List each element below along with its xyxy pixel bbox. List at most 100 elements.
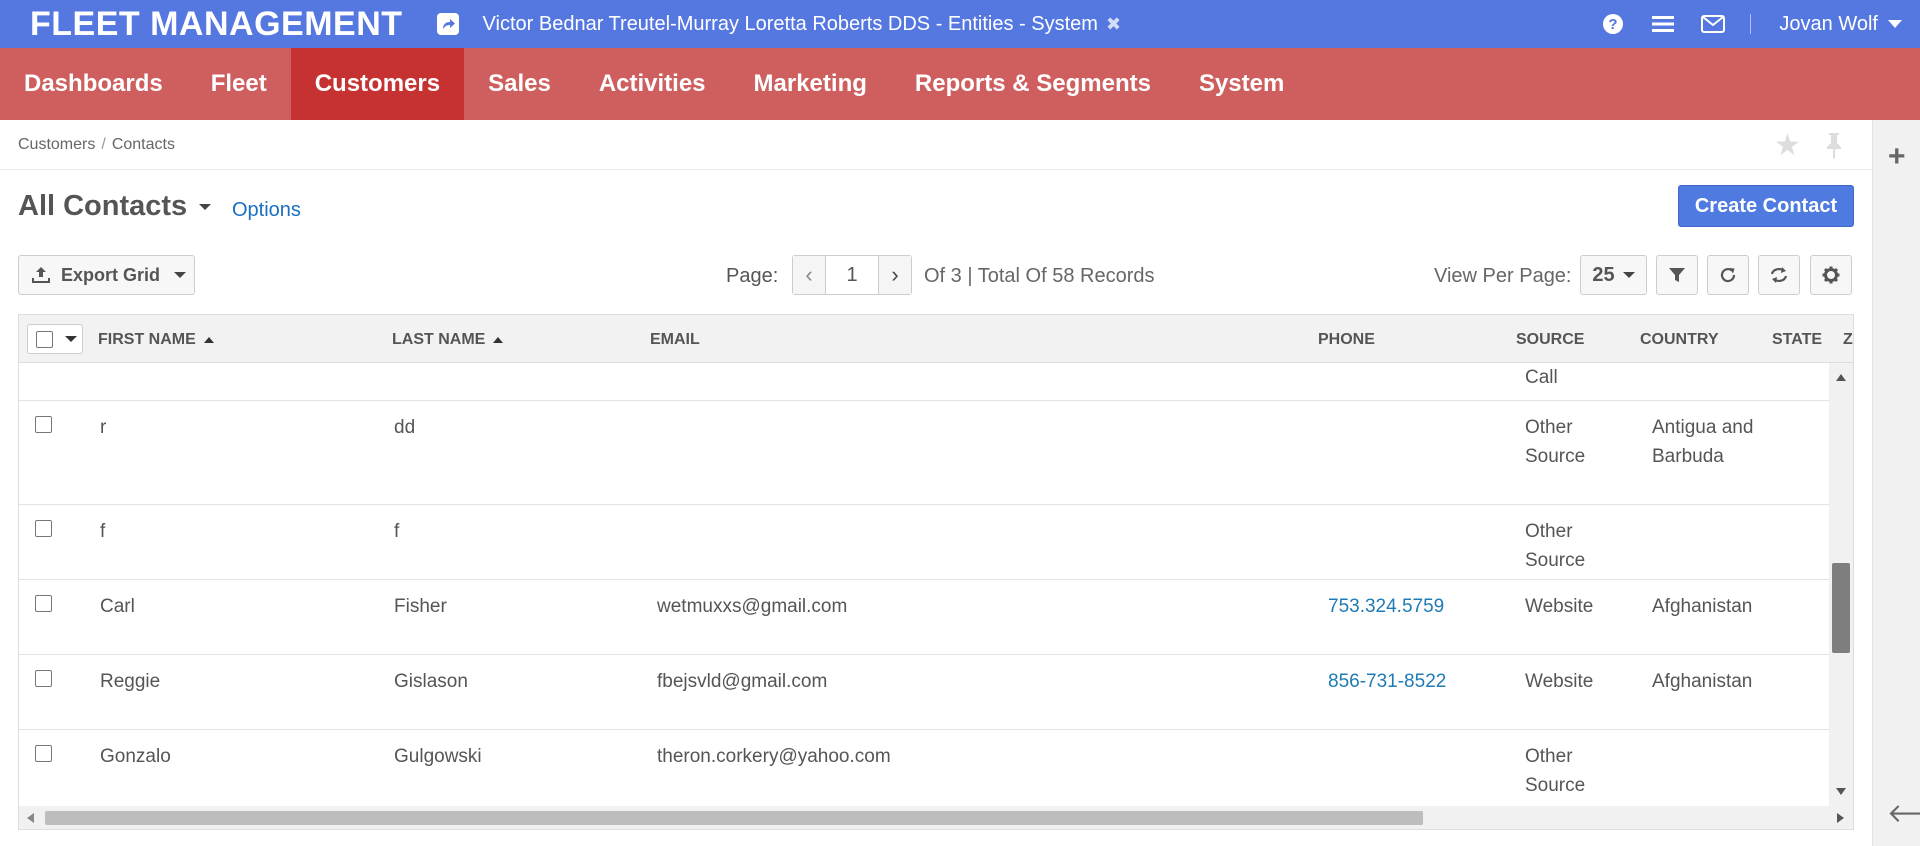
refresh-button[interactable] (1707, 255, 1749, 295)
column-state[interactable]: State (1772, 331, 1822, 349)
row-checkbox[interactable] (35, 595, 52, 612)
cell-country: Antigua and Barbuda (1652, 417, 1754, 467)
scroll-up-icon[interactable] (1836, 374, 1846, 381)
star-icon[interactable]: ★ (1774, 128, 1801, 163)
select-all-dropdown[interactable] (27, 324, 83, 354)
recent-item-title[interactable]: Victor Bednar Treutel-Murray Loretta Rob… (483, 13, 1098, 36)
cell-last-name: f (394, 521, 400, 542)
nav-fleet[interactable]: Fleet (187, 48, 291, 120)
cell-email: fbejsvld@gmail.com (657, 671, 828, 692)
chevron-down-icon[interactable] (65, 336, 77, 342)
pin-icon[interactable] (1822, 131, 1846, 164)
cell-source: Other Source (1525, 746, 1586, 796)
sort-asc-icon (493, 337, 504, 343)
select-all-checkbox[interactable] (36, 330, 53, 348)
share-icon[interactable] (436, 13, 459, 35)
page-title[interactable]: All Contacts (18, 190, 212, 223)
nav-sales[interactable]: Sales (464, 48, 575, 120)
cell-phone[interactable]: 753.324.5759 (1328, 592, 1444, 621)
cell-country: Afghanistan (1652, 671, 1753, 692)
table-row[interactable]: Carl Fisher wetmuxxs@gmail.com 753.324.5… (19, 580, 1829, 655)
upload-icon (32, 267, 50, 283)
column-source[interactable]: Source (1516, 331, 1584, 349)
horizontal-scroll-thumb[interactable] (45, 811, 1423, 825)
nav-customers[interactable]: Customers (290, 48, 465, 120)
cell-last-name: Gislason (394, 671, 468, 692)
cell-last-name: Fisher (394, 596, 447, 617)
nav-marketing[interactable]: Marketing (730, 48, 891, 120)
close-icon[interactable]: ✖ (1106, 14, 1121, 35)
plus-icon[interactable]: + (1888, 142, 1906, 172)
row-checkbox[interactable] (35, 520, 52, 537)
records-count: Of 3 | Total Of 58 Records (924, 265, 1155, 287)
create-contact-button[interactable]: Create Contact (1678, 185, 1854, 227)
scroll-left-icon[interactable] (27, 813, 34, 823)
scroll-right-icon[interactable] (1837, 813, 1844, 823)
breadcrumb-customers[interactable]: Customers (18, 136, 95, 153)
nav-reports-segments[interactable]: Reports & Segments (891, 48, 1175, 120)
row-checkbox[interactable] (35, 670, 52, 687)
chevron-down-icon[interactable] (199, 203, 212, 210)
export-grid-label: Export Grid (61, 264, 161, 285)
export-grid-button[interactable]: Export Grid (18, 255, 195, 295)
horizontal-scrollbar[interactable] (19, 806, 1853, 829)
sort-asc-icon (203, 337, 214, 343)
filter-button[interactable] (1656, 255, 1698, 295)
column-zip[interactable]: Z (1843, 331, 1853, 349)
column-first-name-label[interactable]: First Name (98, 331, 196, 349)
mail-icon[interactable] (1700, 11, 1726, 37)
row-checkbox[interactable] (35, 416, 52, 433)
refresh-icon (1720, 267, 1736, 283)
view-per-page-select[interactable]: 25 (1580, 255, 1647, 295)
chevron-down-icon[interactable] (1888, 20, 1902, 28)
table-row[interactable]: r dd Other Source Antigua and Barbuda (19, 401, 1829, 505)
prev-page-button[interactable]: ‹ (793, 256, 825, 294)
side-rail: + 🡐 (1872, 120, 1920, 846)
column-phone[interactable]: Phone (1318, 331, 1375, 349)
divider (1750, 14, 1752, 34)
table-row[interactable]: Gonzalo Gulgowski theron.corkery@yahoo.c… (19, 730, 1829, 806)
reset-button[interactable] (1758, 255, 1800, 295)
cell-first-name: f (100, 521, 106, 542)
cell-first-name: Reggie (100, 671, 161, 692)
repeat-icon (1770, 267, 1788, 283)
breadcrumb-bar: Customers / Contacts (0, 120, 1872, 170)
vertical-scroll-thumb[interactable] (1832, 563, 1850, 653)
menu-icon[interactable] (1650, 11, 1676, 37)
column-last-name[interactable]: Last Name (392, 331, 504, 349)
user-menu[interactable]: Jovan Wolf (1779, 13, 1902, 36)
cell-phone[interactable]: 856-731-8522 (1328, 667, 1446, 696)
svg-text:?: ? (1609, 16, 1618, 33)
app-brand[interactable]: FLEET MANAGEMENT (30, 5, 403, 44)
view-per-page-label: View Per Page: (1434, 265, 1572, 287)
breadcrumb: Customers / Contacts (18, 136, 175, 154)
table-row[interactable]: Call (19, 363, 1829, 401)
table-row[interactable]: f f Other Source (19, 505, 1829, 580)
column-country[interactable]: Country (1640, 331, 1719, 349)
nav-activities[interactable]: Activities (575, 48, 730, 120)
nav-system[interactable]: System (1175, 48, 1308, 120)
column-email[interactable]: Email (650, 331, 700, 349)
arrow-left-icon[interactable]: 🡐 (1887, 800, 1920, 826)
chevron-down-icon (174, 272, 187, 278)
nav-dashboards[interactable]: Dashboards (0, 48, 187, 120)
column-last-name-label[interactable]: Last Name (392, 331, 485, 349)
chevron-down-icon (1622, 272, 1635, 278)
cell-last-name: dd (394, 417, 416, 438)
next-page-button[interactable]: › (879, 256, 911, 294)
recent-item[interactable]: Victor Bednar Treutel-Murray Loretta Rob… (483, 13, 1122, 36)
page-title-text[interactable]: All Contacts (18, 190, 187, 223)
scroll-down-icon[interactable] (1836, 788, 1846, 795)
options-link[interactable]: Options (232, 199, 301, 222)
page-input[interactable]: 1 (825, 256, 879, 294)
cell-source: Other Source (1525, 417, 1586, 467)
vertical-scrollbar[interactable] (1829, 363, 1853, 806)
gear-icon (1822, 266, 1840, 284)
column-first-name[interactable]: First Name (98, 331, 214, 349)
row-checkbox[interactable] (35, 745, 52, 762)
table-row[interactable]: Reggie Gislason fbejsvld@gmail.com 856-7… (19, 655, 1829, 730)
user-name[interactable]: Jovan Wolf (1779, 13, 1878, 36)
help-icon[interactable]: ? (1600, 11, 1626, 37)
grid-settings-button[interactable] (1810, 255, 1852, 295)
cell-source: Website (1525, 671, 1594, 692)
